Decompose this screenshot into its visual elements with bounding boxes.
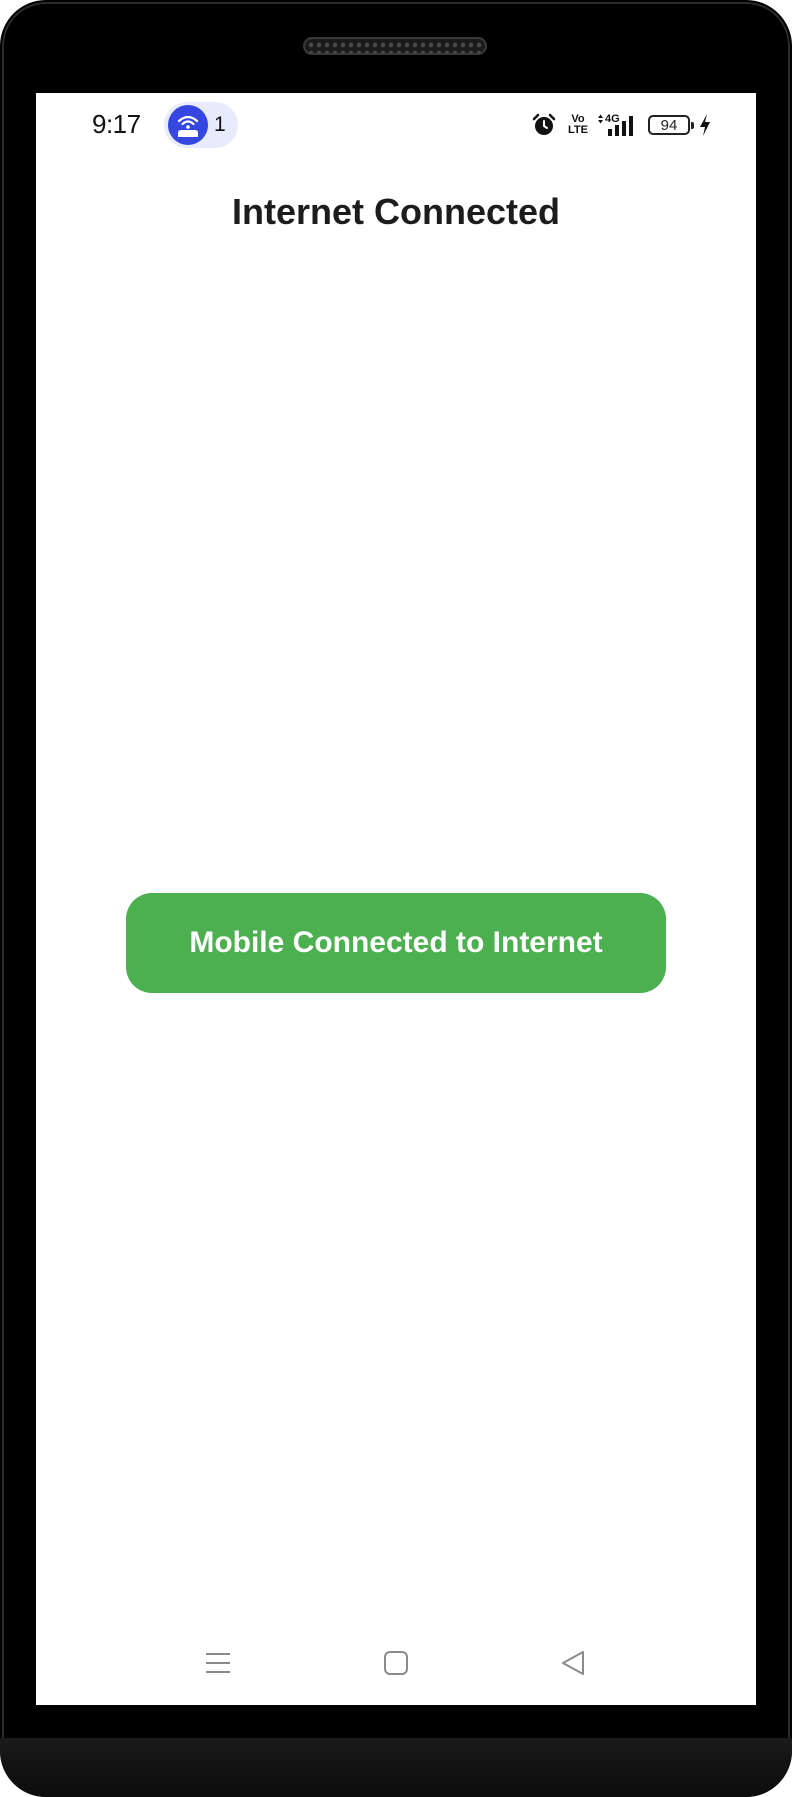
screen: 9:17 1 Vo LTE 4G 94 Internet Connected M… <box>36 93 756 1705</box>
status-time: 9:17 <box>92 109 141 139</box>
navigation-bar <box>36 1633 756 1693</box>
alarm-icon <box>532 113 556 137</box>
phone-chin <box>0 1738 792 1797</box>
battery-level: 94 <box>660 116 678 134</box>
home-button[interactable] <box>366 1633 426 1693</box>
back-button[interactable] <box>543 1633 603 1693</box>
earpiece-speaker <box>303 37 487 55</box>
charging-bolt-icon <box>698 113 712 137</box>
signal-4g-icon: 4G <box>596 112 636 138</box>
network-type-label: 4G <box>605 113 620 125</box>
volte-icon: Vo LTE <box>568 114 588 136</box>
menu-icon <box>206 1653 230 1673</box>
status-bar: 9:17 1 Vo LTE 4G 94 <box>36 93 756 157</box>
back-icon <box>562 1651 584 1675</box>
connection-status-button[interactable]: Mobile Connected to Internet <box>126 893 666 993</box>
phone-frame: 9:17 1 Vo LTE 4G 94 Internet Connected M… <box>0 0 792 1797</box>
home-icon <box>384 1651 408 1675</box>
status-icons: Vo LTE 4G 94 <box>532 110 712 140</box>
notification-count: 1 <box>214 113 226 136</box>
wifi-router-icon <box>168 105 208 145</box>
recents-button[interactable] <box>188 1633 248 1693</box>
page-title: Internet Connected <box>231 191 561 232</box>
notification-chip[interactable]: 1 <box>164 102 238 148</box>
battery-indicator: 94 <box>648 115 694 135</box>
volte-bottom-label: LTE <box>568 124 588 136</box>
